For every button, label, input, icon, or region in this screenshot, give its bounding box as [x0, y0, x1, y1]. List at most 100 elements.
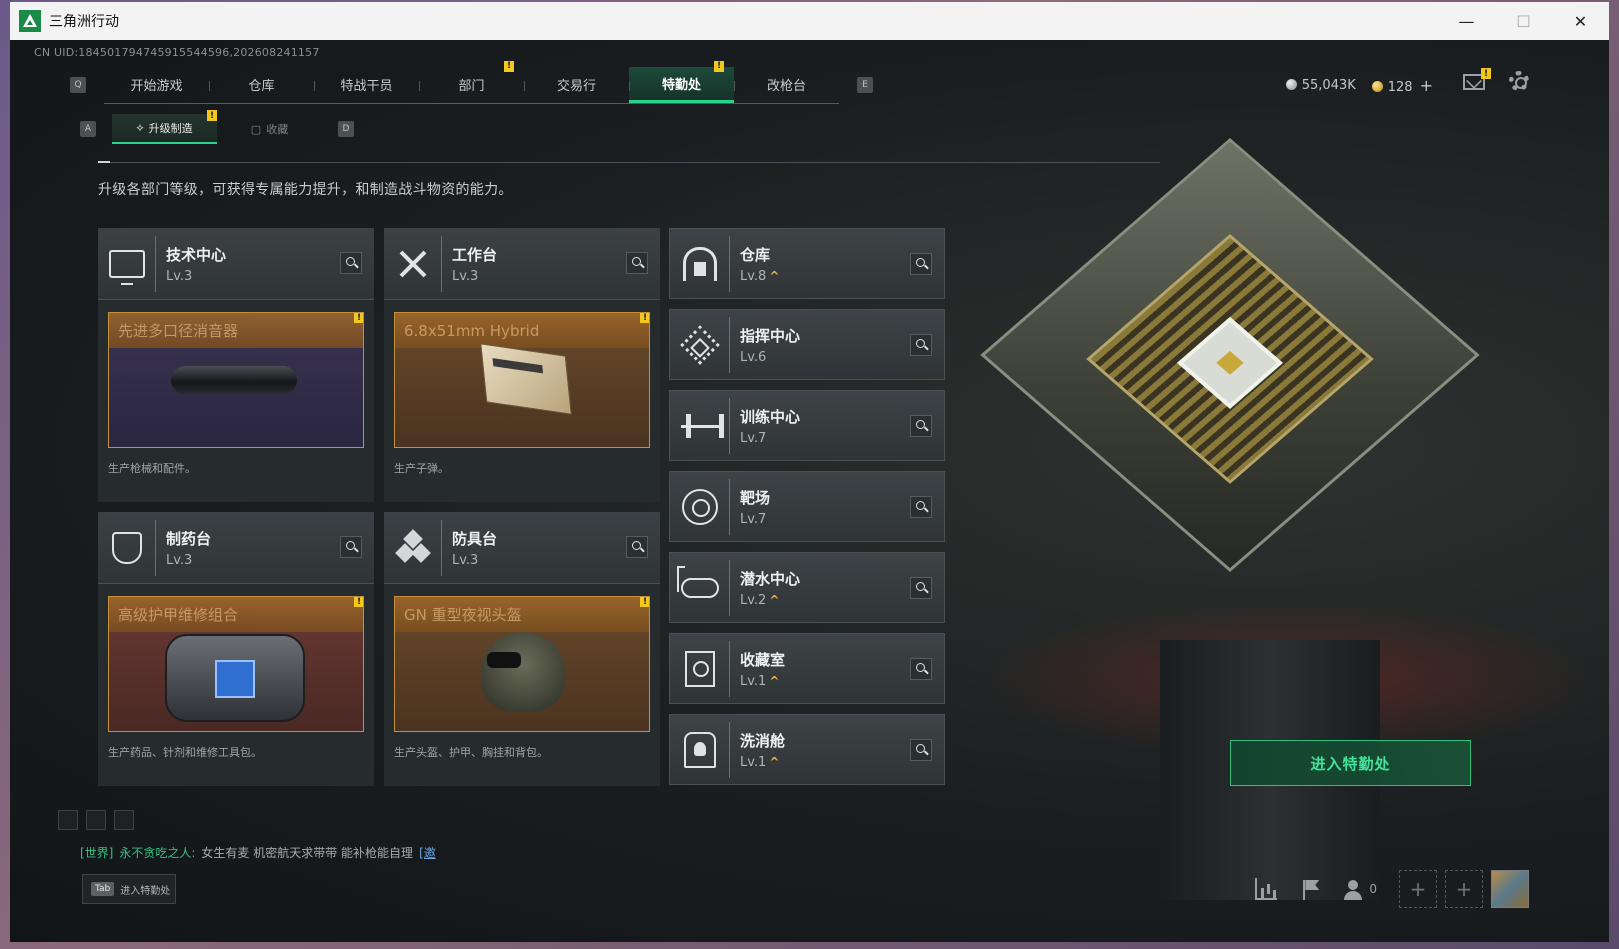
- upgrade-arrow-icon: ^: [769, 673, 780, 688]
- search-icon[interactable]: [910, 739, 932, 761]
- card-name: 工作台: [452, 245, 498, 264]
- world-chat[interactable]: [世界] 永不贪吃之人: 女生有麦 机密航天求带带 能补枪能自理 [邀: [80, 844, 436, 861]
- tab-label: 仓库: [248, 79, 275, 94]
- flag-icon[interactable]: [1299, 878, 1321, 900]
- card-tech-center[interactable]: 技术中心 Lv.3 先进多口径消音器 ! 生产枪械和配件。: [98, 228, 374, 502]
- module-name: 潜水中心: [740, 569, 801, 588]
- module-name: 仓库: [740, 245, 771, 264]
- tab-3[interactable]: 部门!: [419, 60, 524, 103]
- card-level: Lv.3: [452, 268, 479, 284]
- suppressor-image: [171, 366, 297, 394]
- silver-currency[interactable]: 55,043K: [1285, 78, 1356, 93]
- nav-right-key-hint: E: [857, 77, 873, 93]
- tab-2[interactable]: 特战干员: [314, 67, 419, 103]
- minimize-button[interactable]: —: [1438, 2, 1495, 40]
- tab-hint-label: 进入特勤处: [120, 885, 171, 897]
- card-level: Lv.3: [166, 552, 193, 568]
- search-icon[interactable]: [910, 577, 932, 599]
- tab-5[interactable]: 特勤处!: [629, 60, 734, 103]
- module-diving-center[interactable]: 潜水中心 Lv.2 ^: [669, 552, 945, 623]
- tab-shortcut-hint[interactable]: Tab 进入特勤处: [82, 874, 176, 904]
- module-level: Lv.6: [740, 349, 767, 365]
- crafting-item[interactable]: 6.8x51mm Hybrid !: [394, 312, 650, 448]
- tab-6[interactable]: 改枪台: [734, 67, 839, 103]
- silver-amount: 55,043K: [1301, 78, 1356, 93]
- close-button[interactable]: ✕: [1552, 2, 1609, 40]
- maximize-button[interactable]: ☐: [1495, 2, 1552, 40]
- cube-core-art: [1177, 316, 1283, 409]
- mail-icon[interactable]: !: [1463, 68, 1491, 90]
- search-icon[interactable]: [910, 658, 932, 680]
- search-icon[interactable]: [340, 536, 362, 558]
- search-icon[interactable]: [910, 496, 932, 518]
- search-icon[interactable]: [626, 252, 648, 274]
- friends-button[interactable]: 0: [1343, 878, 1377, 900]
- avatar[interactable]: [1491, 870, 1529, 908]
- quick-slot[interactable]: [114, 810, 134, 830]
- module-level: Lv.2: [740, 592, 767, 608]
- app-logo-icon: [19, 10, 41, 32]
- currency-bar: 55,043K 128 +: [1285, 76, 1433, 95]
- module-collection-room[interactable]: 收藏室 Lv.1 ^: [669, 633, 945, 704]
- module-training-center[interactable]: 训练中心 Lv.7: [669, 390, 945, 461]
- subtab-badge: !: [207, 110, 217, 121]
- module-shooting-range[interactable]: 靶场 Lv.7: [669, 471, 945, 542]
- card-workbench[interactable]: 工作台 Lv.3 6.8x51mm Hybrid ! 生产子弹。: [384, 228, 660, 502]
- tab-4[interactable]: 交易行: [524, 67, 629, 103]
- module-warehouse[interactable]: 仓库 Lv.8 ^: [669, 228, 945, 299]
- enter-special-ops-button[interactable]: 进入特勤处: [1230, 740, 1471, 786]
- chat-invite-link[interactable]: [邀: [419, 844, 436, 861]
- tab-0[interactable]: 开始游戏: [104, 67, 209, 103]
- search-icon[interactable]: [910, 415, 932, 437]
- subtab-collection[interactable]: ▢ 收藏: [217, 114, 322, 144]
- card-pharmacy[interactable]: 制药台 Lv.3 高级护甲维修组合 ! 生产药品、针剂和维修工具包。: [98, 512, 374, 786]
- subtab-upgrade-craft[interactable]: ⟡ 升级制造 !: [112, 110, 217, 144]
- module-decontamination[interactable]: 洗消舱 Lv.1 ^: [669, 714, 945, 785]
- card-footer: 生产药品、针剂和维修工具包。: [108, 746, 262, 759]
- quick-slot[interactable]: [86, 810, 106, 830]
- add-teammate-button[interactable]: +: [1445, 870, 1483, 908]
- item-badge: !: [640, 313, 649, 323]
- gold-amount: 128: [1387, 80, 1413, 95]
- subnav-left-key-hint: A: [80, 121, 96, 137]
- add-currency-button[interactable]: +: [1420, 76, 1433, 95]
- warehouse-icon: [670, 235, 730, 292]
- module-level: Lv.1: [740, 754, 767, 770]
- item-name: 先进多口径消音器: [109, 313, 363, 348]
- crafting-item[interactable]: 高级护甲维修组合 !: [108, 596, 364, 732]
- window-title: 三角洲行动: [49, 14, 119, 30]
- chat-sender: 永不贪吃之人:: [119, 846, 196, 860]
- card-footer: 生产头盔、护甲、胸挂和背包。: [394, 746, 548, 759]
- search-icon[interactable]: [910, 253, 932, 275]
- quick-slot[interactable]: [58, 810, 78, 830]
- module-command-center[interactable]: 指挥中心 Lv.6: [669, 309, 945, 380]
- friends-count: 0: [1369, 882, 1377, 896]
- cube-inner-art: [1086, 233, 1374, 484]
- search-icon[interactable]: [626, 536, 648, 558]
- cubes-icon: [384, 519, 442, 576]
- add-teammate-button[interactable]: +: [1399, 870, 1437, 908]
- player-uid: CN UID:18450179474591554459​6,2026082411…: [34, 46, 320, 59]
- card-armor-bench[interactable]: 防具台 Lv.3 GN 重型夜视头盔 ! 生产头盔、护甲、胸挂和背包。: [384, 512, 660, 786]
- item-name: 6.8x51mm Hybrid: [395, 313, 649, 348]
- crafting-item[interactable]: 先进多口径消音器 !: [108, 312, 364, 448]
- card-name: 技术中心: [166, 245, 227, 264]
- module-name: 靶场: [740, 488, 771, 507]
- subnav-right-key-hint: D: [338, 121, 354, 137]
- craft-icon: ⟡: [136, 121, 144, 134]
- settings-gear-icon[interactable]: [1509, 71, 1529, 91]
- crafting-item[interactable]: GN 重型夜视头盔 !: [394, 596, 650, 732]
- helmet-image: [481, 632, 565, 712]
- upgrade-arrow-icon: ^: [769, 592, 780, 607]
- tab-key: Tab: [91, 882, 115, 896]
- subtab-label: 升级制造: [148, 122, 193, 135]
- gold-currency[interactable]: 128 +: [1371, 76, 1433, 95]
- tab-label: 部门: [458, 79, 485, 94]
- search-icon[interactable]: [910, 334, 932, 356]
- tab-label: 改枪台: [766, 79, 806, 94]
- tab-1[interactable]: 仓库: [209, 67, 314, 103]
- search-icon[interactable]: [340, 252, 362, 274]
- target-icon: [670, 478, 730, 535]
- tools-icon: [384, 235, 442, 292]
- stats-chart-icon[interactable]: [1255, 878, 1278, 900]
